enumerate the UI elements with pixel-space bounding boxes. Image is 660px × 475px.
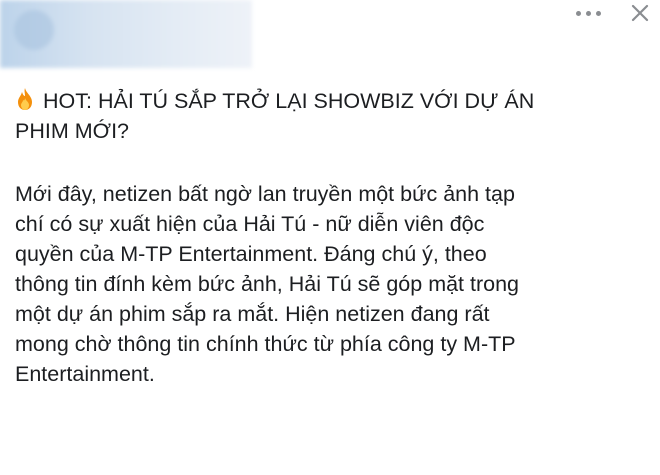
post-header [0, 0, 660, 72]
blurred-author-info [0, 0, 252, 68]
post-content: HOT: HẢI TÚ SẮP TRỞ LẠI SHOWBIZ VỚI DỰ Á… [15, 86, 655, 389]
post-headline: HOT: HẢI TÚ SẮP TRỞ LẠI SHOWBIZ VỚI DỰ Á… [15, 86, 655, 146]
more-horizontal-icon [575, 10, 581, 16]
more-options-button[interactable] [566, 0, 610, 26]
close-button[interactable] [624, 0, 654, 26]
post-body-text: Mới đây, netizen bất ngờ lan truyền một … [15, 182, 520, 386]
more-horizontal-icon-dot [595, 10, 601, 16]
post-headline-text: HOT: HẢI TÚ SẮP TRỞ LẠI SHOWBIZ VỚI DỰ Á… [15, 89, 535, 143]
more-horizontal-icon-dot [585, 10, 591, 16]
fire-emoji-icon [18, 88, 32, 110]
close-icon [631, 4, 649, 22]
